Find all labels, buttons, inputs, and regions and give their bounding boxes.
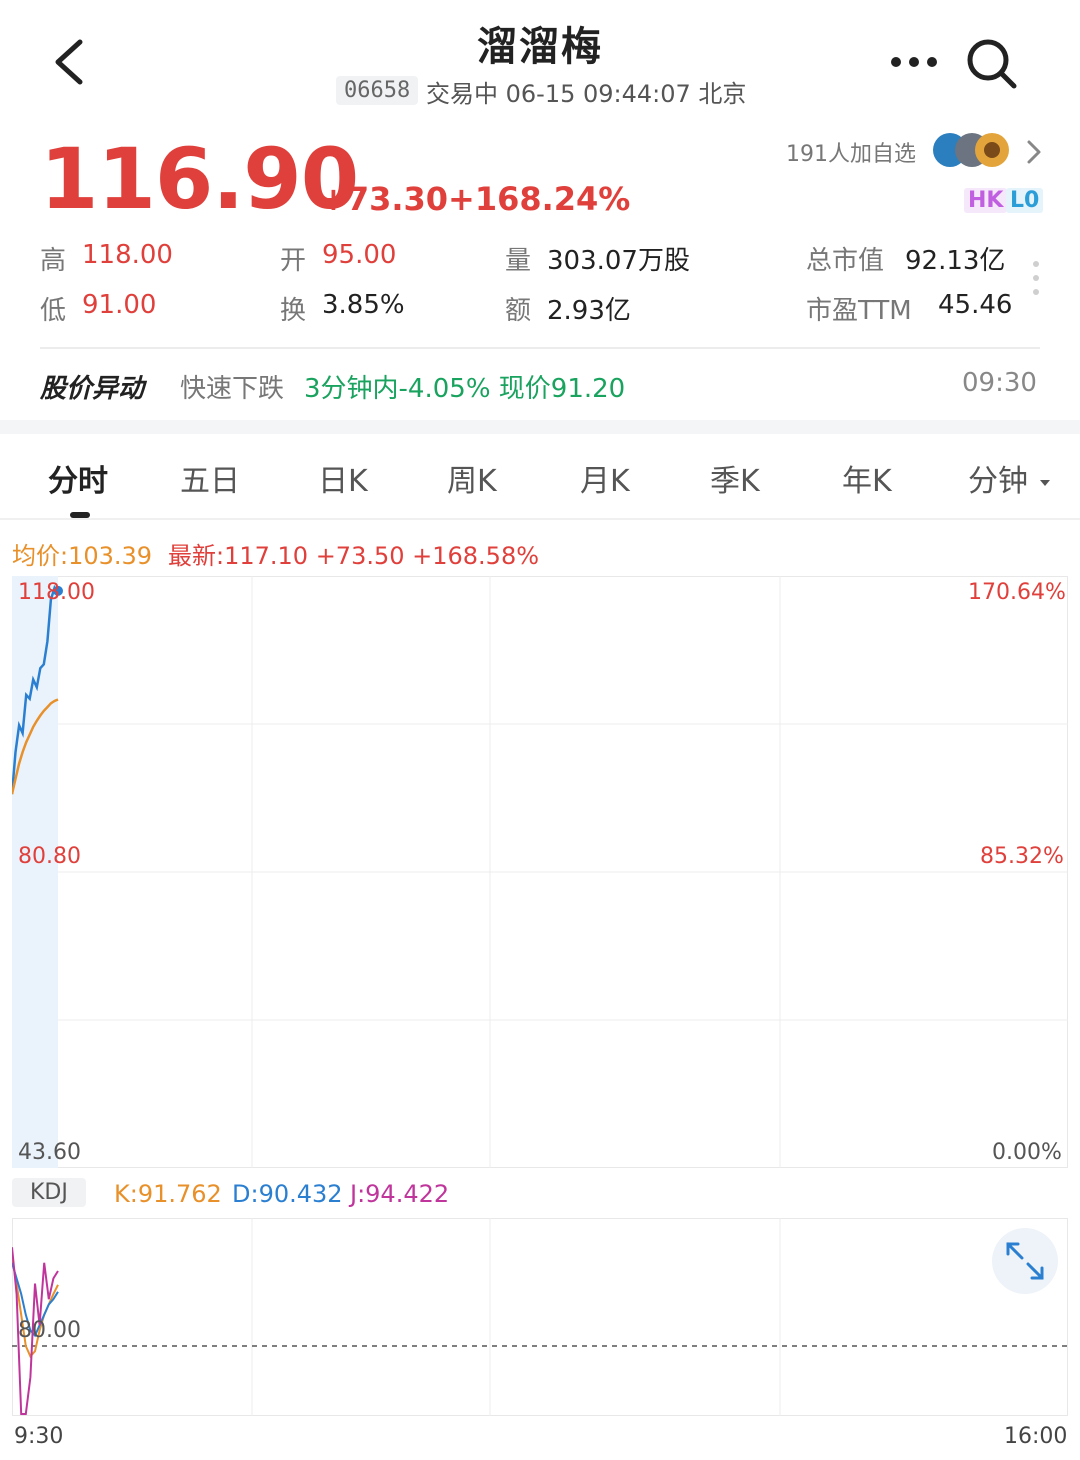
pe-ttm-value: 45.46 — [938, 290, 1013, 320]
pct-axis-mid-label: 85.32% — [980, 844, 1064, 869]
tab-minute-label: 分钟 — [968, 464, 1028, 499]
kdj-ref-label: 80.00 — [18, 1318, 81, 1343]
stats-expand-icon[interactable] — [1030, 258, 1042, 298]
search-icon — [967, 39, 1017, 89]
tab-minute[interactable]: 分钟 — [968, 456, 1052, 500]
average-price-label: 均价:103.39 — [12, 542, 153, 570]
alert-time: 09:30 — [962, 368, 1037, 398]
y-axis-top-label: 118.00 — [18, 580, 95, 605]
expand-icon — [1006, 1242, 1044, 1280]
pct-axis-bottom-label: 0.00% — [992, 1140, 1062, 1165]
open-value: 95.00 — [322, 240, 397, 270]
chevron-right-icon[interactable] — [1024, 138, 1044, 166]
more-button[interactable] — [884, 44, 944, 80]
chart-grid — [12, 576, 1068, 1168]
expand-chart-button[interactable] — [992, 1228, 1058, 1294]
alert-detail: 3分钟内-4.05% 现价91.20 — [304, 374, 626, 404]
indicator-selector-kdj[interactable]: KDJ — [12, 1178, 86, 1207]
pct-axis-top-label: 170.64% — [968, 580, 1066, 605]
tab-intraday[interactable]: 分时 — [48, 456, 108, 500]
tab-five-day[interactable]: 五日 — [180, 456, 240, 500]
chart-frame — [12, 1218, 1068, 1416]
followers-count[interactable]: 191人加自选 — [786, 136, 916, 168]
trading-session-shade — [12, 576, 58, 1168]
amount-label: 额 — [505, 296, 532, 326]
follower-avatars[interactable] — [932, 130, 1012, 170]
y-axis-mid-label: 80.80 — [18, 844, 81, 869]
price-change: +73.30 — [320, 180, 449, 218]
latest-price-label: 最新:117.10 +73.50 +168.58% — [168, 542, 540, 570]
amount-value: 2.93亿 — [547, 296, 631, 326]
divider — [40, 347, 1040, 349]
kdj-j-value: J:94.422 — [350, 1180, 450, 1208]
caret-down-icon — [1039, 479, 1050, 486]
tab-quarterly-k[interactable]: 季K — [710, 456, 760, 500]
high-label: 高 — [40, 246, 67, 276]
tab-daily-k[interactable]: 日K — [318, 456, 368, 500]
avatar-group-icon — [933, 133, 1009, 167]
market-cap-label: 总市值 — [806, 246, 885, 276]
alert-type: 快速下跌 — [180, 374, 285, 404]
stock-code-badge: 06658 — [336, 76, 419, 105]
pe-ttm-label: 市盈TTM — [806, 296, 912, 326]
search-button[interactable] — [962, 34, 1020, 92]
kdj-d-value: D:90.432 — [232, 1180, 343, 1208]
alert-title: 股价异动 — [40, 374, 145, 404]
tab-weekly-k[interactable]: 周K — [447, 456, 497, 500]
tab-monthly-k[interactable]: 月K — [580, 456, 630, 500]
x-axis-start-label: 9:30 — [14, 1424, 64, 1449]
low-label: 低 — [40, 296, 67, 326]
intraday-chart[interactable] — [12, 576, 1068, 1168]
volume-value: 303.07万股 — [547, 246, 690, 276]
tab-yearly-k[interactable]: 年K — [842, 456, 892, 500]
low-value: 91.00 — [82, 290, 157, 320]
y-axis-bottom-label: 43.60 — [18, 1140, 81, 1165]
trading-status: 交易中 06-15 09:44:07 北京 — [426, 80, 747, 108]
kdj-k-value: K:91.762 — [114, 1180, 222, 1208]
open-label: 开 — [280, 246, 307, 276]
more-dots-icon — [891, 57, 937, 67]
section-separator — [0, 420, 1080, 434]
high-value: 118.00 — [82, 240, 173, 270]
chart-grid — [251, 1218, 781, 1416]
market-cap-value: 92.13亿 — [905, 246, 1006, 276]
turnover-value: 3.85% — [322, 290, 405, 320]
kdj-chart[interactable] — [12, 1218, 1068, 1416]
x-axis-end-label: 16:00 — [1004, 1424, 1068, 1449]
divider — [0, 518, 1080, 520]
market-badge-hk: HK — [964, 188, 1008, 213]
level-badge-l0: L0 — [1006, 188, 1044, 213]
current-price: 116.90 — [40, 130, 359, 228]
turnover-label: 换 — [280, 296, 307, 326]
volume-label: 量 — [505, 246, 532, 276]
price-change-percent: +168.24% — [448, 180, 631, 218]
